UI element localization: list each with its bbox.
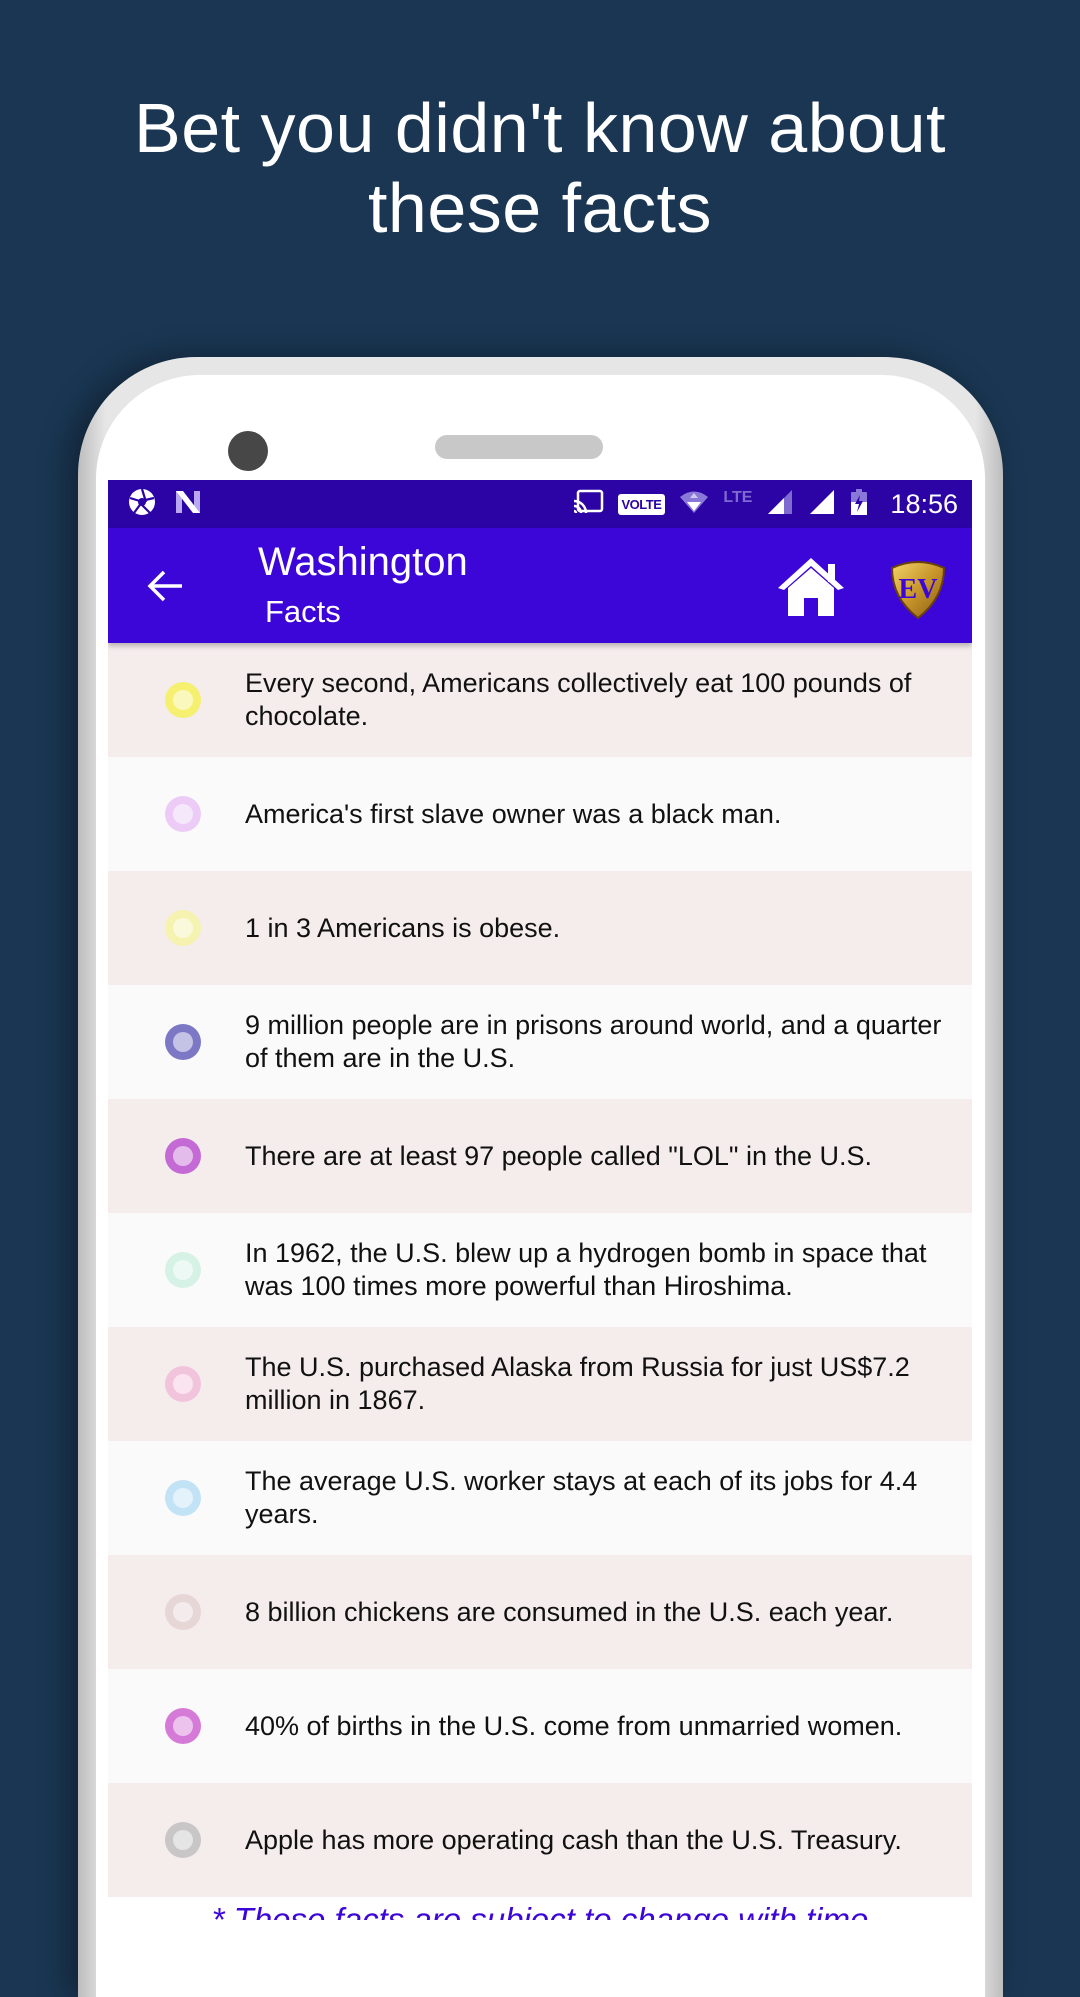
- bullet-dot-core: [173, 1488, 193, 1508]
- promo-headline-line1: Bet you didn't know about: [134, 89, 946, 167]
- app-bar: Washington Facts EV: [108, 528, 972, 643]
- home-button[interactable]: [776, 556, 846, 618]
- page-subtitle: Facts: [265, 594, 341, 629]
- fact-row[interactable]: In 1962, the U.S. blew up a hydrogen bom…: [108, 1213, 972, 1327]
- promo-headline: Bet you didn't know about these facts: [0, 88, 1080, 248]
- bullet-dot-core: [173, 1374, 193, 1394]
- cast-icon: [572, 489, 604, 520]
- fact-text: Every second, Americans collectively eat…: [245, 668, 912, 731]
- battery-charging-icon: [850, 488, 868, 521]
- fact-row[interactable]: 8 billion chickens are consumed in the U…: [108, 1555, 972, 1669]
- bullet-dot-icon: [165, 682, 201, 718]
- fact-text: America's first slave owner was a black …: [245, 798, 782, 829]
- facts-list[interactable]: Every second, Americans collectively eat…: [108, 643, 972, 1897]
- fact-text: In 1962, the U.S. blew up a hydrogen bom…: [245, 1238, 927, 1301]
- bullet-dot-core: [173, 1602, 193, 1622]
- ev-shield-logo-icon: EV: [890, 561, 946, 620]
- lte-icon: LTE: [723, 489, 753, 506]
- earpiece-speaker: [435, 435, 603, 459]
- ev-logo-button[interactable]: EV: [888, 558, 948, 620]
- fact-row[interactable]: 1 in 3 Americans is obese.: [108, 871, 972, 985]
- fact-text: 8 billion chickens are consumed in the U…: [245, 1596, 894, 1627]
- fact-text: 9 million people are in prisons around w…: [245, 1010, 942, 1073]
- bullet-dot-icon: [165, 1138, 201, 1174]
- fact-row[interactable]: 9 million people are in prisons around w…: [108, 985, 972, 1099]
- signal-icon: [766, 488, 794, 521]
- bullet-dot-icon: [165, 796, 201, 832]
- bullet-dot-icon: [165, 910, 201, 946]
- status-bar: VOLTE LTE 18:56: [108, 480, 972, 528]
- n-logo-icon: [174, 489, 202, 520]
- svg-text:EV: EV: [899, 574, 938, 605]
- bullet-dot-core: [173, 1716, 193, 1736]
- back-button[interactable]: [146, 568, 186, 604]
- fact-row[interactable]: Apple has more operating cash than the U…: [108, 1783, 972, 1897]
- fact-row[interactable]: The average U.S. worker stays at each of…: [108, 1441, 972, 1555]
- fact-text: There are at least 97 people called "LOL…: [245, 1140, 873, 1171]
- aperture-icon: [128, 488, 156, 521]
- home-icon: [778, 558, 844, 616]
- phone-screen: VOLTE LTE 18:56 Washington Facts EV Ever…: [108, 480, 972, 1920]
- bullet-dot-core: [173, 690, 193, 710]
- bullet-dot-icon: [165, 1024, 201, 1060]
- fact-text: Apple has more operating cash than the U…: [245, 1824, 902, 1855]
- signal-icon: [808, 488, 836, 521]
- bullet-dot-core: [173, 1830, 193, 1850]
- arrow-left-icon: [147, 570, 182, 602]
- bullet-dot-icon: [165, 1366, 201, 1402]
- page-title: Washington: [258, 540, 468, 584]
- front-camera: [228, 431, 268, 471]
- fact-row[interactable]: The U.S. purchased Alaska from Russia fo…: [108, 1327, 972, 1441]
- bullet-dot-icon: [165, 1822, 201, 1858]
- fact-row[interactable]: Every second, Americans collectively eat…: [108, 643, 972, 757]
- bullet-dot-icon: [165, 1708, 201, 1744]
- wifi-icon: [679, 490, 709, 519]
- disclaimer-note: * These facts are subject to change with…: [108, 1897, 972, 1920]
- fact-text: The average U.S. worker stays at each of…: [245, 1466, 918, 1529]
- clock: 18:56: [890, 488, 958, 519]
- fact-text: 1 in 3 Americans is obese.: [245, 912, 561, 943]
- fact-text: The U.S. purchased Alaska from Russia fo…: [245, 1352, 910, 1415]
- promo-headline-line2: these facts: [367, 169, 712, 247]
- fact-text: 40% of births in the U.S. come from unma…: [245, 1710, 903, 1741]
- fact-row[interactable]: 40% of births in the U.S. come from unma…: [108, 1669, 972, 1783]
- bullet-dot-core: [173, 804, 193, 824]
- bullet-dot-core: [173, 918, 193, 938]
- bullet-dot-core: [173, 1260, 193, 1280]
- volte-badge: VOLTE: [617, 493, 666, 515]
- bullet-dot-icon: [165, 1480, 201, 1516]
- bullet-dot-core: [173, 1032, 193, 1052]
- bullet-dot-icon: [165, 1594, 201, 1630]
- fact-row[interactable]: There are at least 97 people called "LOL…: [108, 1099, 972, 1213]
- fact-row[interactable]: America's first slave owner was a black …: [108, 757, 972, 871]
- bullet-dot-icon: [165, 1252, 201, 1288]
- bullet-dot-core: [173, 1146, 193, 1166]
